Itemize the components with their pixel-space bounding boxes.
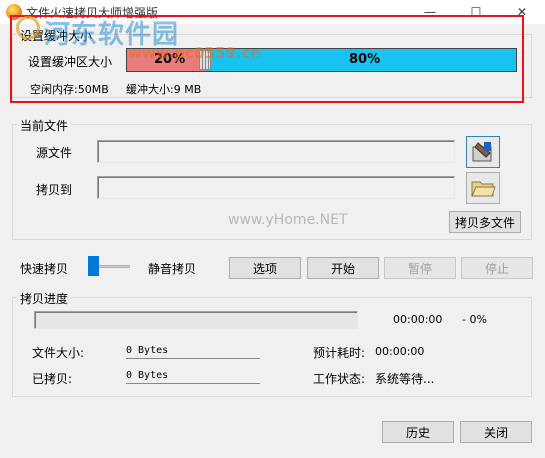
progress-percent: - 0% <box>462 313 487 326</box>
elapsed-time: 00:00:00 <box>393 313 443 326</box>
dest-label: 拷贝到 <box>36 183 73 197</box>
watermark-site: www.yHome.NET <box>228 212 348 228</box>
source-file-label: 源文件 <box>36 146 73 160</box>
eta-value: 00:00:00 <box>375 345 425 358</box>
copy-multiple-files-button[interactable]: 拷贝多文件 <box>449 211 521 233</box>
copied-label: 已拷贝: <box>32 372 73 386</box>
watermark-logo <box>16 16 40 40</box>
source-file-input[interactable] <box>97 140 455 163</box>
history-button[interactable]: 历史 <box>382 421 454 443</box>
options-button[interactable]: 选项 <box>229 257 301 279</box>
pause-button[interactable]: 暂停 <box>384 257 456 279</box>
eta-label: 预计耗时: <box>313 346 366 360</box>
copy-progress-bar <box>34 311 358 329</box>
silent-copy-label: 静音拷贝 <box>148 262 197 276</box>
file-size-label: 文件大小: <box>32 346 85 360</box>
progress-group-label: 拷贝进度 <box>17 290 72 307</box>
watermark-url: www.pc0359.cn <box>128 44 261 62</box>
stop-button[interactable]: 停止 <box>461 257 533 279</box>
start-button[interactable]: 开始 <box>307 257 379 279</box>
dest-input[interactable] <box>97 176 455 199</box>
source-file-picker-button[interactable] <box>466 136 500 168</box>
status-label: 工作状态: <box>313 372 366 386</box>
current-file-group-label: 当前文件 <box>17 117 72 134</box>
file-size-value: 0 Bytes <box>126 345 260 359</box>
folder-icon <box>471 181 496 197</box>
copied-value: 0 Bytes <box>126 370 260 384</box>
fast-copy-label: 快速拷贝 <box>20 262 69 276</box>
copy-mode-slider-thumb[interactable] <box>88 256 99 276</box>
close-button[interactable]: 关闭 <box>460 421 532 443</box>
source-file-picker-icon <box>472 142 492 162</box>
dest-folder-button[interactable] <box>466 172 500 204</box>
status-value: 系统等待... <box>375 372 435 386</box>
